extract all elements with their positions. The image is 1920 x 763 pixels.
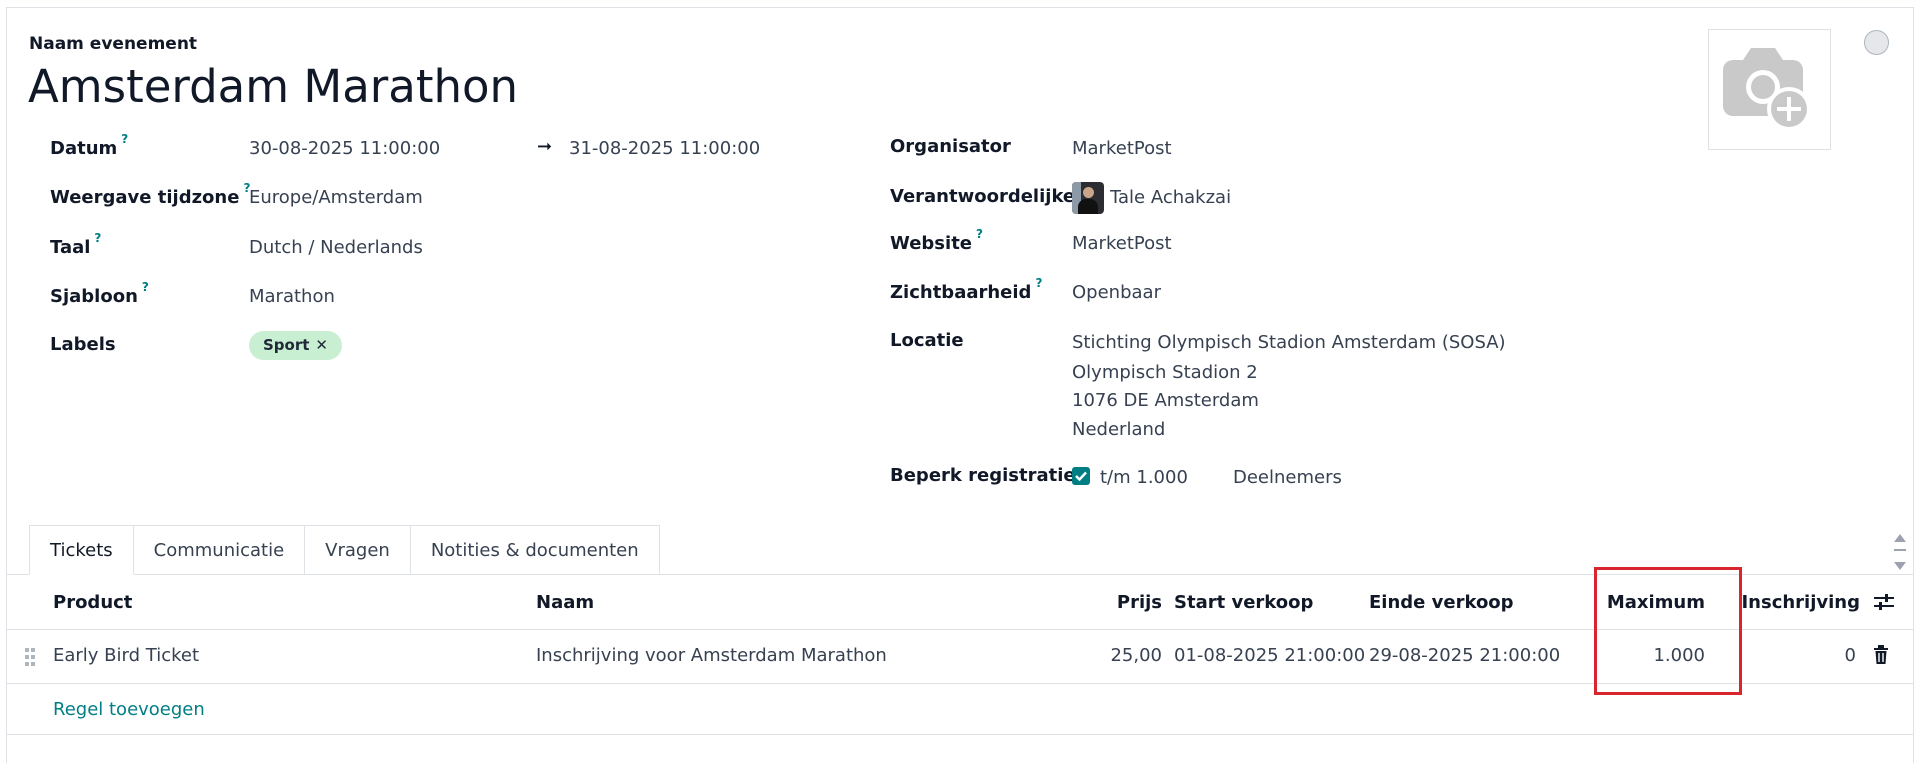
col-name-header[interactable]: Naam: [536, 592, 594, 613]
event-name-label: Naam evenement: [29, 34, 198, 54]
cell-sale-start[interactable]: 01-08-2025 21:00:00: [1174, 645, 1365, 666]
col-sale-start-header[interactable]: Start verkoop: [1174, 592, 1313, 613]
cell-price[interactable]: 25,00: [1080, 645, 1162, 666]
limit-registrations-checkbox[interactable]: [1072, 467, 1090, 485]
col-product-header[interactable]: Product: [53, 592, 132, 613]
website-field[interactable]: MarketPost: [1072, 233, 1172, 254]
template-select[interactable]: Marathon: [249, 286, 335, 307]
language-label: Taal?: [50, 231, 102, 258]
event-photo-placeholder[interactable]: [1708, 29, 1831, 150]
add-line-link[interactable]: Regel toevoegen: [53, 699, 205, 720]
table-footer-divider: [6, 734, 1914, 735]
responsible-label: Verantwoordelijke: [890, 186, 1076, 207]
tag-text: Sport: [263, 336, 310, 354]
date-start[interactable]: 30-08-2025 11:00:00: [249, 138, 440, 159]
location-street: Olympisch Stadion 2: [1072, 362, 1258, 383]
scroll-arrows-icon[interactable]: [1893, 530, 1907, 574]
event-title[interactable]: Amsterdam Marathon: [28, 60, 518, 113]
notebook-tabs: Tickets Communicatie Vragen Notities & d…: [29, 525, 660, 575]
status-circle-icon[interactable]: [1864, 30, 1889, 55]
visibility-label: Zichtbaarheid?: [890, 276, 1043, 303]
organizer-label: Organisator: [890, 136, 1011, 157]
cell-product[interactable]: Early Bird Ticket: [53, 645, 199, 666]
camera-plus-icon: [1723, 48, 1811, 131]
col-price-header[interactable]: Prijs: [1080, 592, 1162, 613]
template-label: Sjabloon?: [50, 280, 149, 307]
location-country: Nederland: [1072, 419, 1166, 440]
timezone-label: Weergave tijdzone?: [50, 181, 251, 208]
checkmark-icon: [1075, 471, 1087, 482]
tab-notities[interactable]: Notities & documenten: [410, 525, 660, 575]
cell-sale-end[interactable]: 29-08-2025 21:00:00: [1369, 645, 1560, 666]
seats-unit-label: Deelnemers: [1233, 467, 1342, 488]
col-registration-header[interactable]: Inschrijving: [1740, 592, 1860, 613]
arrow-right-icon: ➞: [537, 136, 553, 157]
responsible-field[interactable]: Tale Achakzai: [1110, 187, 1231, 208]
col-sale-end-header[interactable]: Einde verkoop: [1369, 592, 1514, 613]
date-end[interactable]: 31-08-2025 11:00:00: [569, 138, 760, 159]
organizer-field[interactable]: MarketPost: [1072, 138, 1172, 159]
location-field[interactable]: Stichting Olympisch Stadion Amsterdam (S…: [1072, 332, 1506, 353]
language-select[interactable]: Dutch / Nederlands: [249, 237, 423, 258]
trash-icon[interactable]: [1873, 645, 1889, 669]
website-label: Website?: [890, 227, 983, 254]
cell-name[interactable]: Inschrijving voor Amsterdam Marathon: [536, 645, 887, 666]
tab-vragen[interactable]: Vragen: [305, 525, 411, 575]
tab-communicatie[interactable]: Communicatie: [133, 525, 306, 575]
datum-label: Datum?: [50, 132, 129, 159]
cell-registration: 0: [1844, 645, 1856, 666]
tag-remove-icon[interactable]: ✕: [315, 336, 328, 354]
timezone-select[interactable]: Europe/Amsterdam: [249, 187, 423, 208]
sliders-icon[interactable]: [1873, 591, 1895, 617]
avatar: [1072, 182, 1104, 214]
tab-tickets[interactable]: Tickets: [29, 525, 134, 575]
tag-sport: Sport ✕: [249, 331, 342, 360]
labels-label: Labels: [50, 334, 116, 355]
visibility-select[interactable]: Openbaar: [1072, 282, 1161, 303]
limit-registrations-label: Beperk registraties: [890, 465, 1087, 486]
location-city: 1076 DE Amsterdam: [1072, 390, 1259, 411]
drag-handle-icon[interactable]: [24, 646, 36, 672]
maximum-column-highlight: [1594, 567, 1742, 695]
location-label: Locatie: [890, 330, 964, 351]
seats-limit-field[interactable]: t/m 1.000: [1100, 467, 1188, 488]
